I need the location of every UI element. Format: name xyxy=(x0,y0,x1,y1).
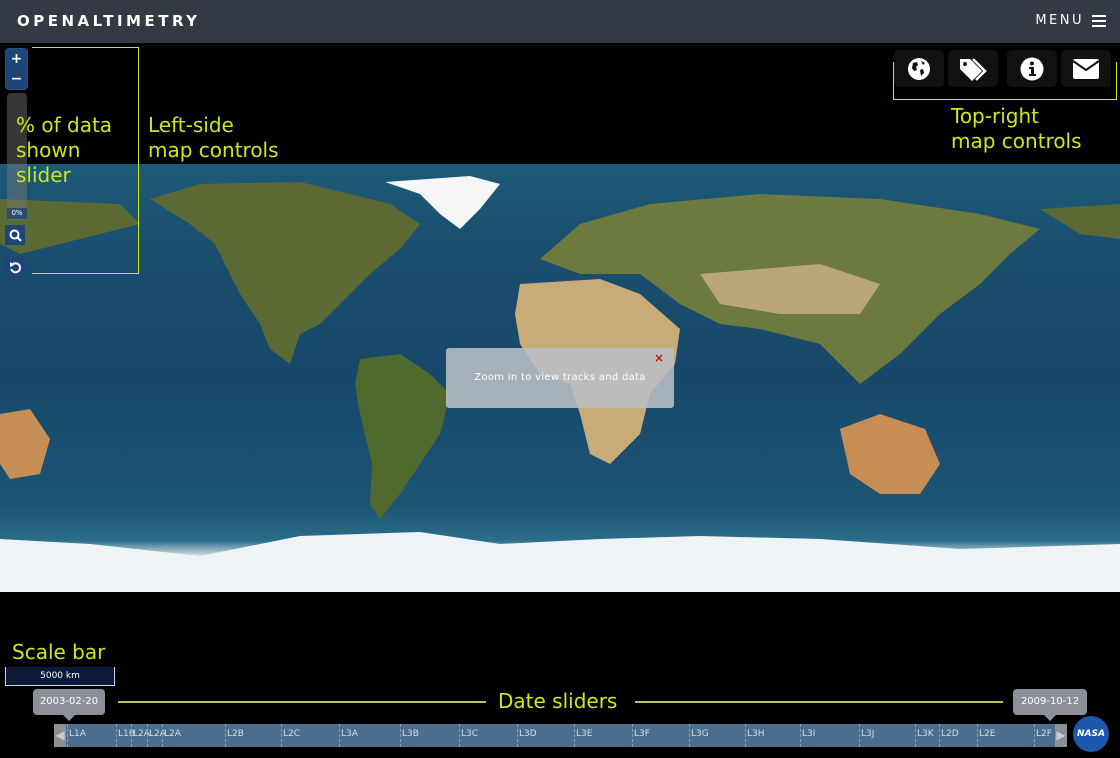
continent-north-america xyxy=(150,182,420,364)
campaign-label: L3G xyxy=(691,729,709,739)
campaign-label: L3H xyxy=(747,729,765,739)
campaign-tick xyxy=(339,724,340,747)
continent-south-america xyxy=(355,354,450,519)
menu-button[interactable]: MENU xyxy=(1035,13,1106,28)
chevron-right-icon[interactable]: ▶ xyxy=(1055,724,1067,747)
campaign-label: L3E xyxy=(576,729,593,739)
date-slider-track[interactable]: ◀ ▶ L1A L1B L2A L2A L2A L2B L2C L3A L3B L3C L3D L3E… xyxy=(54,724,1067,747)
top-navbar: OPENALTIMETRY MENU xyxy=(0,0,1120,43)
hamburger-icon xyxy=(1092,14,1106,27)
zoom-out-button[interactable]: − xyxy=(6,69,27,89)
campaign-tick xyxy=(67,724,68,747)
campaign-label: L3K xyxy=(917,729,934,739)
start-date-handle[interactable]: 2003-02-20 xyxy=(33,689,105,721)
scale-bar: 5000 km xyxy=(5,667,115,686)
campaign-tick xyxy=(131,724,132,747)
campaign-label: L2F xyxy=(1036,729,1052,739)
annotation-top-right: Top-right map controls xyxy=(951,104,1082,153)
campaign-label: L3A xyxy=(341,729,358,739)
menu-label: MENU xyxy=(1035,13,1084,28)
campaign-tick xyxy=(116,724,117,747)
annotation-date-sliders: Date sliders xyxy=(498,689,618,713)
search-button[interactable] xyxy=(5,225,25,245)
nasa-logo: NASA xyxy=(1073,716,1109,752)
zoom-in-button[interactable]: + xyxy=(6,49,27,69)
brand-logo[interactable]: OPENALTIMETRY xyxy=(17,12,201,30)
campaign-label: L3J xyxy=(861,729,875,739)
campaign-label: L2B xyxy=(227,729,244,739)
chevron-left-icon[interactable]: ◀ xyxy=(54,724,66,747)
continent-australia-west-edge xyxy=(0,409,50,479)
continent-australia xyxy=(840,414,940,494)
campaign-tick xyxy=(400,724,401,747)
campaign-tick xyxy=(689,724,690,747)
campaign-tick xyxy=(859,724,860,747)
campaign-tick xyxy=(1034,724,1035,747)
zoom-hint-popup: × Zoom in to view tracks and data xyxy=(446,348,674,408)
campaign-tick xyxy=(459,724,460,747)
campaign-tick xyxy=(977,724,978,747)
campaign-tick xyxy=(915,724,916,747)
campaign-label: L2D xyxy=(941,729,959,739)
campaign-label: L2C xyxy=(283,729,301,739)
close-icon[interactable]: × xyxy=(654,351,664,365)
campaign-label: L1A xyxy=(69,729,86,739)
campaign-label: L3F xyxy=(634,729,650,739)
region-alaska-right xyxy=(1040,204,1120,239)
campaign-label: L2A xyxy=(164,729,181,739)
annotation-line-right xyxy=(635,701,1003,703)
campaign-label: L3B xyxy=(402,729,419,739)
search-icon xyxy=(9,229,22,242)
campaign-tick xyxy=(574,724,575,747)
campaign-tick xyxy=(517,724,518,747)
annotation-pct-slider: % of data shown slider xyxy=(16,113,113,187)
top-right-annotation-box xyxy=(893,62,1117,100)
campaign-tick xyxy=(745,724,746,747)
campaign-tick xyxy=(281,724,282,747)
popup-message: Zoom in to view tracks and data xyxy=(474,372,646,383)
annotation-line-left xyxy=(118,701,486,703)
campaign-tick xyxy=(162,724,163,747)
reset-icon xyxy=(9,261,21,273)
annotation-left-controls: Left-side map controls xyxy=(148,113,279,162)
campaign-label: L3I xyxy=(802,729,816,739)
campaign-tick xyxy=(147,724,148,747)
campaign-tick xyxy=(632,724,633,747)
continent-antarctica xyxy=(0,532,1120,592)
end-date-handle[interactable]: 2009-10-12 xyxy=(1013,689,1087,721)
data-percent-value: 0% xyxy=(7,208,27,219)
campaign-label: L3D xyxy=(519,729,537,739)
campaign-tick xyxy=(939,724,940,747)
campaign-tick xyxy=(800,724,801,747)
campaign-label: L3C xyxy=(461,729,479,739)
zoom-control: + − xyxy=(5,48,28,90)
campaign-label: L2E xyxy=(979,729,996,739)
campaign-tick xyxy=(225,724,226,747)
reset-view-button[interactable] xyxy=(5,257,25,277)
annotation-scale-bar: Scale bar xyxy=(12,640,106,664)
